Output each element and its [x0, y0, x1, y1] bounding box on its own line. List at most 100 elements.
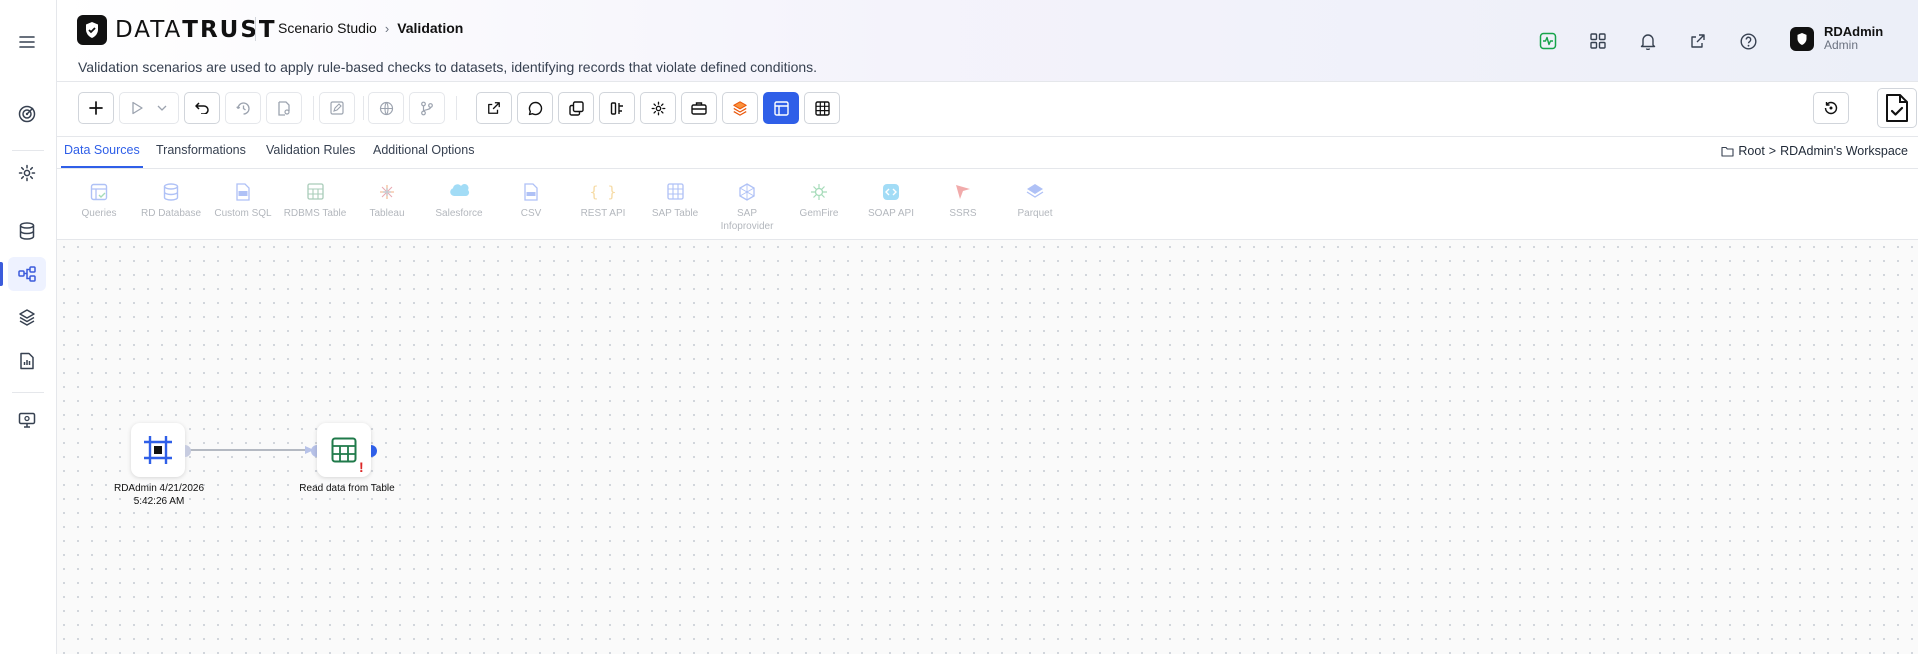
- layers-icon: [19, 309, 35, 326]
- external-link-icon: [488, 102, 500, 114]
- health-status-button[interactable]: [1536, 29, 1560, 53]
- data-source-palette: Queries RD Database Custom SQL RDBMS Tab…: [57, 169, 1918, 240]
- node-label: Read data from Table: [299, 483, 395, 494]
- output-port[interactable]: [185, 444, 193, 457]
- breadcrumb: Scenario Studio › Validation: [278, 20, 463, 36]
- nav-scenario-studio[interactable]: [0, 257, 46, 291]
- gear-icon: [651, 101, 665, 115]
- output-port[interactable]: [371, 444, 379, 457]
- brand-logo[interactable]: DATATRUST: [77, 15, 277, 45]
- open-external-button[interactable]: [1686, 29, 1710, 53]
- palette-item-tableau[interactable]: Tableau: [351, 183, 423, 220]
- web-button[interactable]: [368, 92, 404, 124]
- comments-button[interactable]: [517, 92, 553, 124]
- palette-item-parquet[interactable]: Parquet: [999, 183, 1071, 220]
- palette-item-sap-table[interactable]: SAP Table: [639, 183, 711, 220]
- workspace-name[interactable]: RDAdmin's Workspace: [1780, 144, 1908, 158]
- export-button[interactable]: [476, 92, 512, 124]
- palette-item-custom-sql[interactable]: Custom SQL: [207, 183, 279, 220]
- run-split-button[interactable]: [119, 92, 179, 124]
- ssrs-icon: [956, 185, 970, 199]
- git-branch-icon: [421, 101, 433, 115]
- palette-item-sap-infoprovider[interactable]: SAP Infoprovider: [711, 183, 783, 233]
- report-preview-icon: [278, 100, 290, 116]
- user-menu[interactable]: RDAdmin Admin: [1790, 25, 1883, 52]
- toolbar-divider: [363, 96, 364, 120]
- validate-scenario-button[interactable]: [1877, 88, 1917, 128]
- palette-tabs: Data Sources Transformations Validation …: [57, 137, 1918, 169]
- salesforce-icon: [450, 183, 470, 196]
- layout-icon: [773, 100, 789, 116]
- table-view-button[interactable]: [804, 92, 840, 124]
- rest-api-icon: { }: [589, 183, 617, 201]
- breadcrumb-parent[interactable]: Scenario Studio: [278, 20, 377, 36]
- read-table-node[interactable]: !: [317, 423, 371, 477]
- version-history-button[interactable]: [1813, 92, 1849, 124]
- tab-data-sources[interactable]: Data Sources: [61, 137, 143, 168]
- gear-icon: [18, 164, 36, 182]
- scenario-start-node[interactable]: [131, 423, 185, 477]
- nav-settings[interactable]: [8, 156, 46, 190]
- external-link-icon: [1691, 34, 1705, 48]
- scenario-toolbar: [57, 82, 1918, 137]
- play-icon: [132, 101, 143, 115]
- palette-item-salesforce[interactable]: Salesforce: [423, 183, 495, 220]
- brand-name: DATATRUST: [115, 17, 277, 43]
- edit-button[interactable]: [319, 92, 355, 124]
- chevron-down-icon: [157, 105, 167, 111]
- help-button[interactable]: [1736, 29, 1760, 53]
- scenario-start-icon: [144, 436, 172, 464]
- csv-icon: [524, 183, 538, 201]
- user-name: RDAdmin: [1824, 24, 1884, 39]
- header-divider: [255, 17, 256, 41]
- report-icon: [20, 352, 34, 370]
- tab-validation-rules[interactable]: Validation Rules: [266, 137, 355, 168]
- palette-item-gemfire[interactable]: GemFire: [783, 183, 855, 220]
- workspace-root[interactable]: Root: [1738, 144, 1764, 158]
- scenario-canvas[interactable]: RDAdmin 4/21/2026 5:42:26 AM ! Read data…: [57, 240, 1918, 654]
- apps-grid-button[interactable]: [1586, 29, 1610, 53]
- nav-monitoring[interactable]: [8, 403, 46, 437]
- history-button[interactable]: [225, 92, 261, 124]
- palette-item-queries[interactable]: Queries: [63, 183, 135, 220]
- palette-item-soap-api[interactable]: SOAP API: [855, 183, 927, 220]
- page-title: Validation: [397, 20, 464, 36]
- workspace-path[interactable]: Root > RDAdmin's Workspace: [1721, 144, 1908, 158]
- page-description: Validation scenarios are used to apply r…: [78, 59, 818, 75]
- designer-view-button[interactable]: [763, 92, 799, 124]
- nav-targets[interactable]: [8, 97, 46, 131]
- layers-button[interactable]: [722, 92, 758, 124]
- nav-databases[interactable]: [8, 214, 46, 248]
- tab-additional-options[interactable]: Additional Options: [373, 137, 474, 168]
- document-check-icon: [1886, 94, 1908, 122]
- undo-button[interactable]: [184, 92, 220, 124]
- sql-icon: [236, 183, 250, 201]
- add-button[interactable]: [78, 92, 114, 124]
- preview-report-button[interactable]: [266, 92, 302, 124]
- tab-transformations[interactable]: Transformations: [156, 137, 246, 168]
- palette-item-rd-database[interactable]: RD Database: [135, 183, 207, 220]
- palette-item-ssrs[interactable]: SSRS: [927, 183, 999, 220]
- nav-layers[interactable]: [8, 300, 46, 334]
- activity-icon: [1539, 32, 1557, 50]
- toolbar-divider: [313, 96, 314, 120]
- notifications-button[interactable]: [1636, 29, 1660, 53]
- palette-item-rdbms-table[interactable]: RDBMS Table: [279, 183, 351, 220]
- settings-button[interactable]: [640, 92, 676, 124]
- user-role: Admin: [1824, 38, 1859, 52]
- chevron-right-icon: ›: [384, 20, 390, 36]
- briefcase-button[interactable]: [681, 92, 717, 124]
- table-icon: [331, 437, 357, 463]
- palette-item-csv[interactable]: CSV: [495, 183, 567, 220]
- restore-icon: [1824, 101, 1838, 115]
- folder-icon: [1721, 146, 1734, 157]
- copy-button[interactable]: [558, 92, 594, 124]
- align-button[interactable]: [599, 92, 635, 124]
- branch-button[interactable]: [409, 92, 445, 124]
- briefcase-icon: [691, 102, 707, 115]
- palette-item-rest-api[interactable]: { } REST API: [567, 183, 639, 220]
- nav-reports[interactable]: [8, 344, 46, 378]
- target-icon: [18, 105, 36, 123]
- input-port[interactable]: [309, 444, 317, 457]
- menu-toggle-button[interactable]: [8, 25, 46, 59]
